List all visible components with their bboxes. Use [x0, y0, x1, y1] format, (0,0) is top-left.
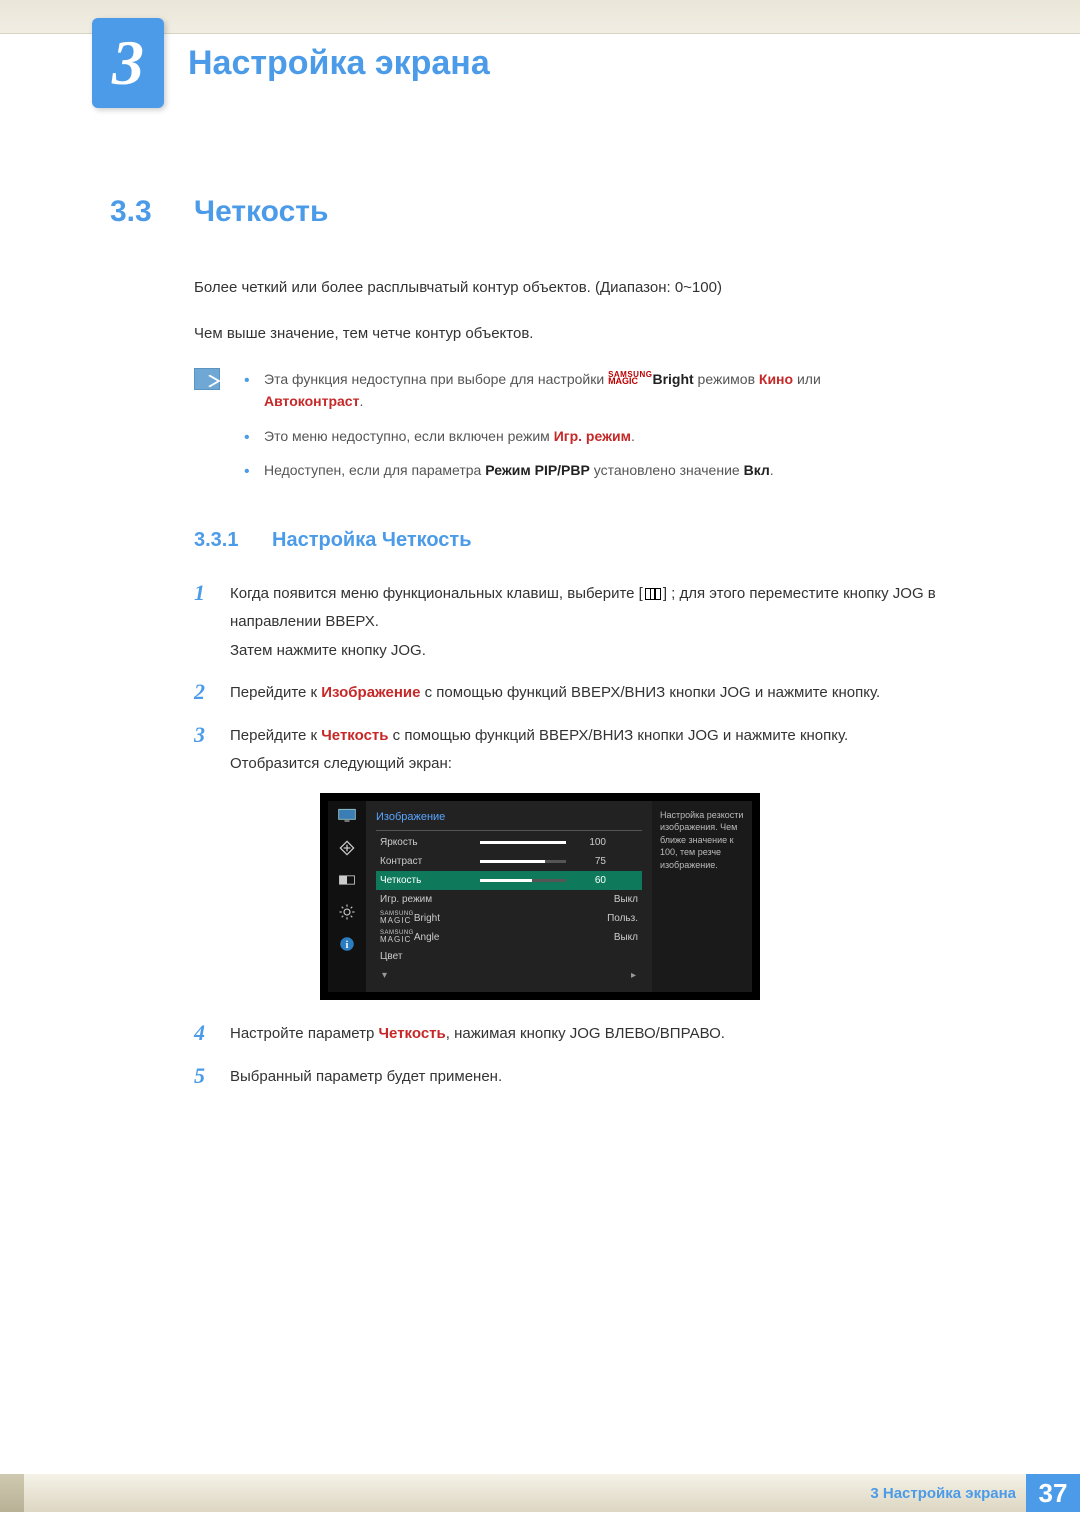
note-item-2: Это меню недоступно, если включен режим …	[240, 425, 821, 447]
pip-icon	[336, 871, 358, 889]
subsection-number: 3.3.1	[194, 524, 272, 556]
arrow-down-icon: ▾	[382, 968, 387, 984]
osd-item-label: Игр. режим	[380, 892, 480, 908]
step-num-3: 3	[194, 722, 230, 779]
menu-icon	[645, 588, 661, 600]
intro-p1: Более четкий или более расплывчатый конт…	[194, 276, 970, 300]
monitor-icon	[336, 807, 358, 825]
osd-item: SAMSUNGMAGICAngle Выкл	[376, 928, 642, 947]
osd-item: Контраст 75	[376, 852, 642, 871]
osd-main: Изображение Яркость100Контраст75Четкость…	[366, 801, 652, 993]
gear-icon	[336, 903, 358, 921]
svg-text:i: i	[346, 939, 349, 950]
osd-item-value: Выкл	[578, 930, 638, 946]
osd-item: Четкость 60	[376, 871, 642, 890]
osd-slider	[480, 879, 566, 882]
osd-item-value: 75	[576, 854, 606, 870]
arrow-right-icon: ▸	[631, 968, 636, 984]
osd-item-value: 100	[576, 835, 606, 851]
step-text-3: Перейдите к Четкость с помощью функций В…	[230, 722, 970, 779]
subsection-title: Настройка Четкость	[272, 524, 472, 556]
intro-p2: Чем выше значение, тем четче контур объе…	[194, 322, 970, 346]
step-num-4: 4	[194, 1020, 230, 1049]
chapter-title: Настройка экрана	[188, 44, 490, 83]
osd-item: Игр. режим Выкл	[376, 890, 642, 909]
subsection-heading: 3.3.1 Настройка Четкость	[194, 524, 970, 556]
step-2: 2 Перейдите к Изображение с помощью функ…	[194, 679, 970, 708]
osd-item-label: SAMSUNGMAGICAngle	[380, 930, 480, 946]
osd-sidebar: i	[328, 801, 366, 993]
osd-slider	[480, 860, 566, 863]
osd-title-row: Изображение	[376, 805, 642, 832]
step-text-1: Когда появится меню функциональных клави…	[230, 580, 970, 666]
chapter-header: 3 Настройка экрана	[0, 18, 1080, 108]
step-1: 1 Когда появится меню функциональных кла…	[194, 580, 970, 666]
note-list: Эта функция недоступна при выборе для на…	[240, 368, 821, 494]
page-number: 37	[1026, 1474, 1080, 1512]
note-item-1: Эта функция недоступна при выборе для на…	[240, 368, 821, 413]
step-3: 3 Перейдите к Четкость с помощью функций…	[194, 722, 970, 779]
chapter-number-box: 3	[92, 18, 164, 108]
osd-slider	[480, 841, 566, 844]
osd-footer: ▾ ▸	[376, 968, 642, 984]
note-block: Эта функция недоступна при выборе для на…	[194, 368, 970, 494]
osd-item-label: SAMSUNGMAGICBright	[380, 911, 480, 927]
info-icon: i	[336, 935, 358, 953]
section-number: 3.3	[110, 188, 194, 236]
osd-item-value: Польз.	[578, 911, 638, 927]
page-footer: 3 Настройка экрана 37	[0, 1474, 1080, 1512]
osd-item: Яркость 100	[376, 833, 642, 852]
osd-item: SAMSUNGMAGICBright Польз.	[376, 909, 642, 928]
section-heading: 3.3 Четкость	[110, 188, 970, 236]
footer-accent	[0, 1474, 24, 1512]
footer-text: 3 Настройка экрана	[870, 1485, 1016, 1502]
osd-item-label: Яркость	[380, 835, 480, 851]
osd-screenshot: i Изображение Яркость100Контраст75Четкос…	[320, 793, 760, 1001]
osd-title: Изображение	[376, 811, 445, 823]
page-content: 3.3 Четкость Более четкий или более расп…	[0, 108, 1080, 1091]
step-num-5: 5	[194, 1063, 230, 1092]
osd-item-label: Цвет	[380, 949, 480, 965]
note-item-3: Недоступен, если для параметра Режим PIP…	[240, 459, 821, 481]
osd-item-value: 60	[576, 873, 606, 889]
step-num-2: 2	[194, 679, 230, 708]
step-5: 5 Выбранный параметр будет применен.	[194, 1063, 970, 1092]
osd-item-label: Четкость	[380, 873, 480, 889]
step-4: 4 Настройте параметр Четкость, нажимая к…	[194, 1020, 970, 1049]
step-num-1: 1	[194, 580, 230, 666]
samsung-magic-logo: SAMSUNGMAGIC	[608, 372, 652, 386]
osd-item-label: Контраст	[380, 854, 480, 870]
osd-item-value: Выкл	[578, 892, 638, 908]
osd-item: Цвет	[376, 947, 642, 966]
step-text-2: Перейдите к Изображение с помощью функци…	[230, 679, 970, 708]
step-text-4: Настройте параметр Четкость, нажимая кно…	[230, 1020, 970, 1049]
section-title: Четкость	[194, 188, 328, 236]
step-text-5: Выбранный параметр будет применен.	[230, 1063, 970, 1092]
chapter-number: 3	[112, 26, 144, 100]
note-icon	[194, 368, 220, 390]
resize-icon	[336, 839, 358, 857]
osd-description: Настройка резкости изображения. Чем ближ…	[652, 801, 752, 993]
